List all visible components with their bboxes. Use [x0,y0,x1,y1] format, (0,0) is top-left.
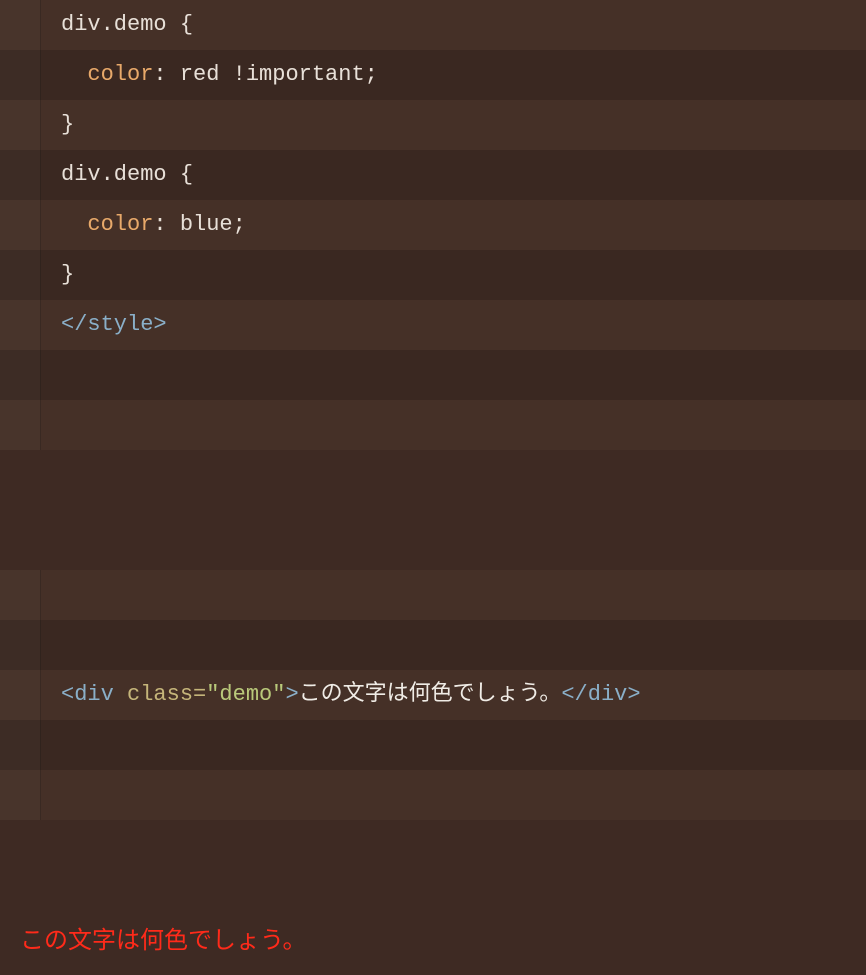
output-text: この文字は何色でしょう。 [20,927,307,954]
gutter [0,300,41,350]
gutter [0,570,41,620]
code-token: <div [61,682,127,707]
code-line [0,350,866,400]
gutter [0,50,41,100]
code-content: color: red !important; [41,50,378,100]
code-token: div.demo { [61,12,193,37]
code-token: </style> [61,312,167,337]
code-line: <div class="demo">この文字は何色でしょう。</div> [0,670,866,720]
css-code-block: div.demo { color: red !important;}div.de… [0,0,866,490]
code-token: </div> [561,682,640,707]
code-line: div.demo { [0,0,866,50]
code-token: "demo" [206,682,285,707]
gutter [0,250,41,300]
output-area: この文字は何色でしょう。 [0,900,866,975]
code-line [0,620,866,670]
code-content: color: blue; [41,200,246,250]
code-line: } [0,250,866,300]
code-line: color: blue; [0,200,866,250]
code-token: } [61,262,74,287]
code-line: } [0,100,866,150]
code-line: </style> [0,300,866,350]
html-code-block: <div class="demo">この文字は何色でしょう。</div> [0,510,866,880]
code-line [0,720,866,770]
code-token: > [285,682,298,707]
code-content: <div class="demo">この文字は何色でしょう。</div> [41,670,641,720]
code-content: } [41,100,74,150]
gutter [0,670,41,720]
code-token: class= [127,682,206,707]
code-token: この文字は何色でしょう。 [299,682,562,707]
code-line [0,770,866,820]
gutter [0,400,41,450]
code-token: color [87,62,153,87]
code-line [0,400,866,450]
gutter [0,350,41,400]
gutter [0,200,41,250]
code-token: : blue; [153,212,245,237]
code-line [0,570,866,620]
code-content: } [41,250,74,300]
gutter [0,770,41,820]
code-line: div.demo { [0,150,866,200]
code-content: div.demo { [41,0,193,50]
code-token: } [61,112,74,137]
code-token: color [87,212,153,237]
code-line: color: red !important; [0,50,866,100]
code-token: : red !important; [153,62,377,87]
gutter [0,100,41,150]
gutter [0,0,41,50]
gutter [0,150,41,200]
gutter [0,720,41,770]
code-content: div.demo { [41,150,193,200]
gutter [0,620,41,670]
code-content: </style> [41,300,167,350]
code-token: div.demo { [61,162,193,187]
